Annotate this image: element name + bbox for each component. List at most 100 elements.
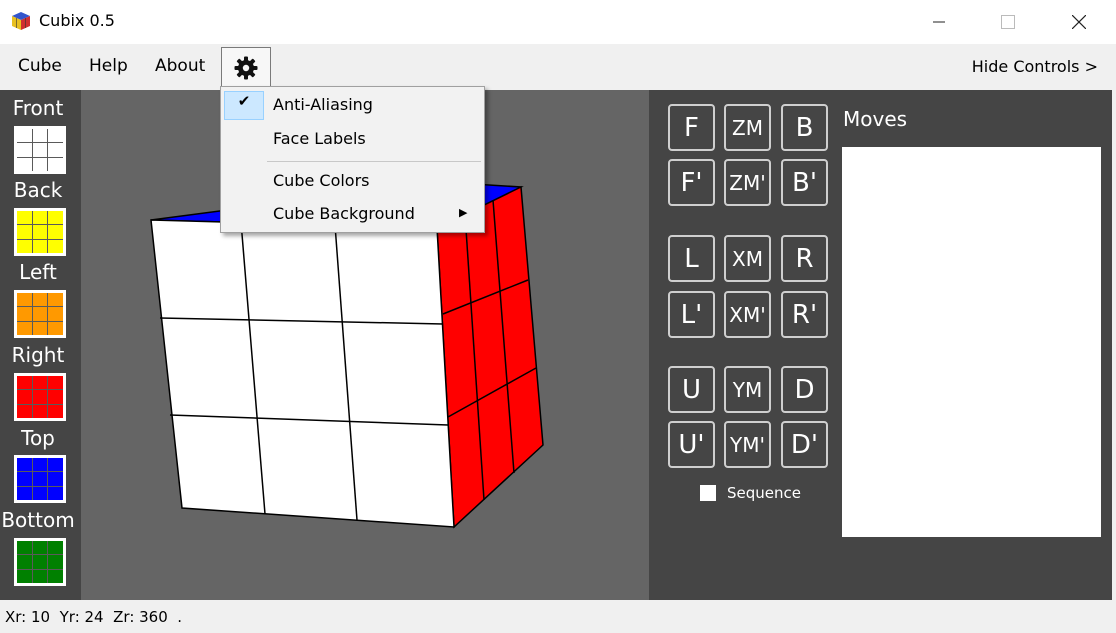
sequence-checkbox[interactable]: [700, 485, 716, 501]
settings-dropdown-menu: ✔ Anti-Aliasing Face Labels Cube Colors …: [220, 86, 485, 233]
face-cell: [32, 390, 48, 404]
move-button-f-prime[interactable]: F': [668, 159, 715, 206]
face-label-front: Front: [12, 96, 64, 120]
face-cell: [32, 307, 48, 321]
cube-front-face: [150, 219, 455, 528]
move-button-xm-prime[interactable]: XM': [724, 291, 771, 338]
face-cell: [32, 541, 48, 555]
face-grid: [17, 129, 63, 171]
face-cell: [17, 390, 32, 404]
face-label-top: Top: [21, 426, 55, 450]
face-label-right: Right: [11, 343, 65, 367]
settings-menu-button[interactable]: [221, 47, 271, 88]
gear-icon: [234, 56, 258, 79]
face-swatch-top[interactable]: [14, 455, 66, 503]
face-cell: [32, 225, 48, 239]
face-cell: [48, 211, 63, 225]
menu-cube-background[interactable]: Cube Background: [273, 204, 415, 223]
face-swatch-front[interactable]: [14, 126, 66, 174]
minimize-button[interactable]: [916, 0, 962, 44]
move-button-xm[interactable]: XM: [724, 235, 771, 282]
face-cell: [17, 321, 32, 335]
window-title: Cubix 0.5: [39, 11, 115, 30]
move-button-zm-prime[interactable]: ZM': [724, 159, 771, 206]
move-button-d[interactable]: D: [781, 366, 828, 413]
face-cell: [48, 404, 63, 418]
move-button-u-prime[interactable]: U': [668, 421, 715, 468]
menu-bar: Cube Help About Hide Controls >: [0, 44, 1116, 90]
face-cell: [48, 321, 63, 335]
face-cell: [48, 143, 63, 157]
move-button-l-prime[interactable]: L': [668, 291, 715, 338]
face-cell: [48, 129, 63, 143]
menu-cube-colors[interactable]: Cube Colors: [273, 171, 370, 190]
face-cell: [48, 307, 63, 321]
close-icon: [1072, 15, 1086, 29]
move-button-b[interactable]: B: [781, 104, 828, 151]
controls-panel: Moves Sequence F ZM B F' ZM' B' L XM R L' XM' R' U YM…: [649, 90, 1112, 600]
face-cell: [48, 472, 63, 486]
face-cell: [17, 472, 32, 486]
face-cell: [32, 321, 48, 335]
face-swatch-right[interactable]: [14, 373, 66, 421]
move-button-f[interactable]: F: [668, 104, 715, 151]
moves-label: Moves: [843, 107, 908, 131]
move-button-l[interactable]: L: [668, 235, 715, 282]
face-cell: [32, 404, 48, 418]
face-swatch-left[interactable]: [14, 290, 66, 338]
face-swatch-bottom[interactable]: [14, 538, 66, 586]
face-cell: [48, 225, 63, 239]
maximize-icon: [1001, 15, 1015, 29]
move-button-u[interactable]: U: [668, 366, 715, 413]
sequence-label[interactable]: Sequence: [727, 484, 801, 502]
cube-right-face: [436, 185, 544, 529]
face-cell: [32, 376, 48, 390]
face-swatch-back[interactable]: [14, 208, 66, 256]
hide-controls-button[interactable]: Hide Controls >: [972, 57, 1098, 76]
submenu-arrow-icon: ▶: [459, 206, 468, 219]
face-cell: [17, 307, 32, 321]
move-button-ym-prime[interactable]: YM': [724, 421, 771, 468]
face-cell: [17, 486, 32, 500]
menu-separator: [267, 161, 481, 162]
face-cell: [48, 569, 63, 583]
face-cell: [32, 458, 48, 472]
face-cell: [48, 376, 63, 390]
face-cell: [17, 541, 32, 555]
move-button-r-prime[interactable]: R': [781, 291, 828, 338]
face-cell: [48, 541, 63, 555]
face-cell: [32, 569, 48, 583]
move-button-d-prime[interactable]: D': [781, 421, 828, 468]
face-cell: [32, 486, 48, 500]
face-grid: [17, 541, 63, 583]
face-cell: [17, 143, 32, 157]
rotation-status: Xr: 10 Yr: 24 Zr: 360 .: [5, 608, 183, 626]
face-cell: [48, 293, 63, 307]
face-label-back: Back: [13, 178, 63, 202]
status-bar: Xr: 10 Yr: 24 Zr: 360 .: [0, 600, 1116, 633]
face-cell: [17, 211, 32, 225]
menu-face-labels[interactable]: Face Labels: [273, 129, 366, 148]
face-panel: Front Back Left Right Top Bottom: [0, 90, 81, 600]
maximize-button[interactable]: [985, 0, 1031, 44]
face-cell: [17, 157, 32, 171]
close-button[interactable]: [1056, 0, 1102, 44]
app-cube-icon: [12, 12, 30, 30]
menu-cube[interactable]: Cube: [18, 56, 62, 76]
move-button-zm[interactable]: ZM: [724, 104, 771, 151]
face-cell: [48, 157, 63, 171]
move-button-r[interactable]: R: [781, 235, 828, 282]
moves-list[interactable]: [842, 147, 1101, 537]
menu-help[interactable]: Help: [89, 56, 128, 76]
anti-aliasing-check[interactable]: ✔: [224, 91, 264, 120]
move-button-b-prime[interactable]: B': [781, 159, 828, 206]
menu-about[interactable]: About: [155, 56, 205, 76]
face-cell: [32, 143, 48, 157]
face-cell: [48, 239, 63, 253]
face-grid: [17, 458, 63, 500]
move-button-ym[interactable]: YM: [724, 366, 771, 413]
face-cell: [17, 555, 32, 569]
face-grid: [17, 293, 63, 335]
menu-anti-aliasing[interactable]: Anti-Aliasing: [273, 95, 373, 114]
face-cell: [48, 458, 63, 472]
